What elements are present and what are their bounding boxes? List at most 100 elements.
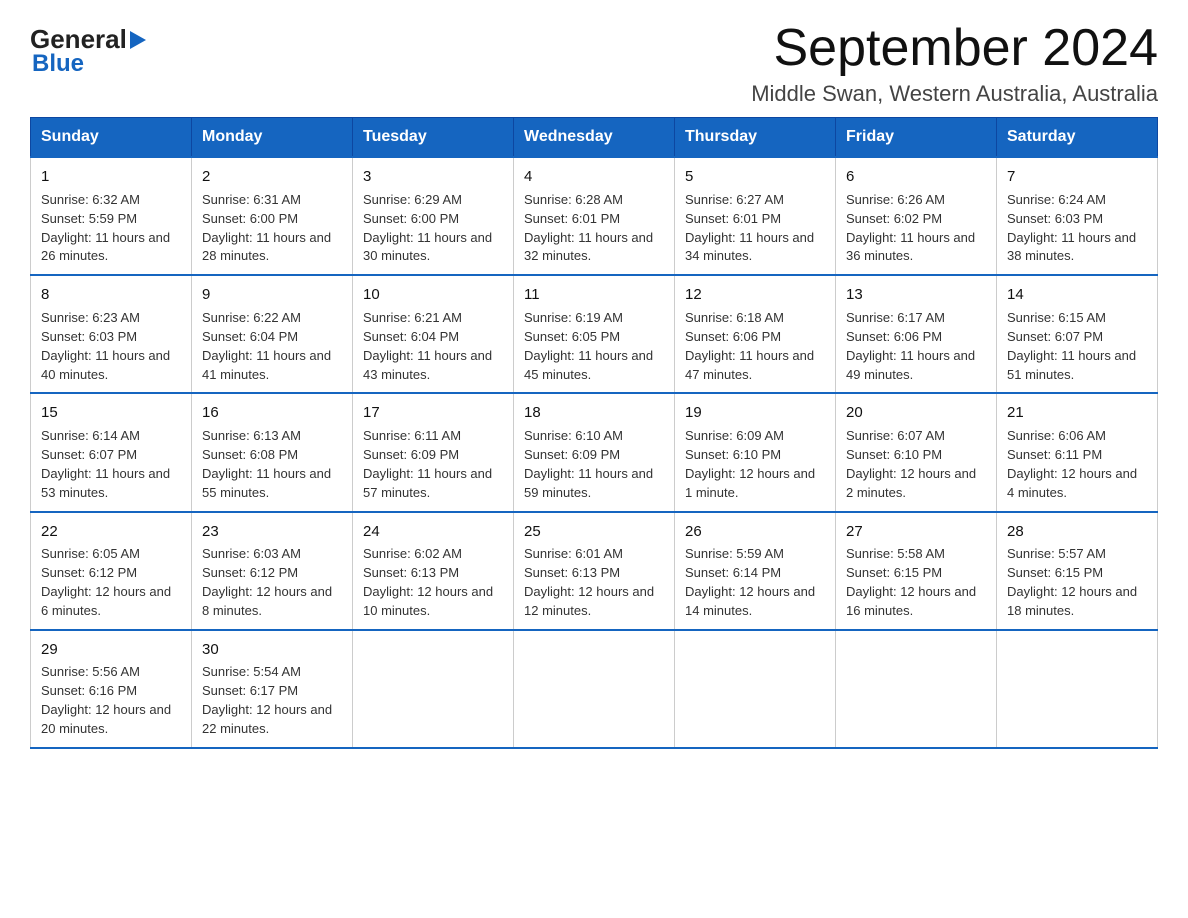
calendar-cell: 15 Sunrise: 6:14 AMSunset: 6:07 PMDaylig…	[31, 393, 192, 511]
day-info: Sunrise: 6:32 AMSunset: 5:59 PMDaylight:…	[41, 191, 181, 266]
logo-arrow-icon	[130, 31, 146, 49]
calendar-cell: 10 Sunrise: 6:21 AMSunset: 6:04 PMDaylig…	[353, 275, 514, 393]
calendar-cell	[997, 630, 1158, 748]
col-header-monday: Monday	[192, 118, 353, 158]
page-title: September 2024	[751, 20, 1158, 77]
calendar-cell	[514, 630, 675, 748]
logo: General Blue	[30, 20, 146, 76]
calendar-week-row: 8 Sunrise: 6:23 AMSunset: 6:03 PMDayligh…	[31, 275, 1158, 393]
col-header-thursday: Thursday	[675, 118, 836, 158]
day-info: Sunrise: 6:27 AMSunset: 6:01 PMDaylight:…	[685, 191, 825, 266]
day-number: 12	[685, 284, 825, 306]
day-info: Sunrise: 6:01 AMSunset: 6:13 PMDaylight:…	[524, 545, 664, 620]
day-number: 30	[202, 639, 342, 661]
day-number: 22	[41, 521, 181, 543]
day-info: Sunrise: 6:07 AMSunset: 6:10 PMDaylight:…	[846, 427, 986, 502]
calendar-cell: 22 Sunrise: 6:05 AMSunset: 6:12 PMDaylig…	[31, 512, 192, 630]
day-info: Sunrise: 6:15 AMSunset: 6:07 PMDaylight:…	[1007, 309, 1147, 384]
day-number: 15	[41, 402, 181, 424]
day-info: Sunrise: 6:23 AMSunset: 6:03 PMDaylight:…	[41, 309, 181, 384]
day-number: 6	[846, 166, 986, 188]
calendar-cell	[836, 630, 997, 748]
col-header-tuesday: Tuesday	[353, 118, 514, 158]
day-info: Sunrise: 6:29 AMSunset: 6:00 PMDaylight:…	[363, 191, 503, 266]
day-info: Sunrise: 6:22 AMSunset: 6:04 PMDaylight:…	[202, 309, 342, 384]
calendar-cell: 12 Sunrise: 6:18 AMSunset: 6:06 PMDaylig…	[675, 275, 836, 393]
day-number: 13	[846, 284, 986, 306]
calendar-week-row: 1 Sunrise: 6:32 AMSunset: 5:59 PMDayligh…	[31, 157, 1158, 275]
calendar-cell: 4 Sunrise: 6:28 AMSunset: 6:01 PMDayligh…	[514, 157, 675, 275]
title-area: September 2024 Middle Swan, Western Aust…	[751, 20, 1158, 107]
day-info: Sunrise: 6:02 AMSunset: 6:13 PMDaylight:…	[363, 545, 503, 620]
col-header-sunday: Sunday	[31, 118, 192, 158]
day-number: 1	[41, 166, 181, 188]
day-number: 5	[685, 166, 825, 188]
col-header-saturday: Saturday	[997, 118, 1158, 158]
day-info: Sunrise: 6:11 AMSunset: 6:09 PMDaylight:…	[363, 427, 503, 502]
day-info: Sunrise: 6:13 AMSunset: 6:08 PMDaylight:…	[202, 427, 342, 502]
day-number: 28	[1007, 521, 1147, 543]
day-number: 26	[685, 521, 825, 543]
day-number: 20	[846, 402, 986, 424]
day-info: Sunrise: 6:26 AMSunset: 6:02 PMDaylight:…	[846, 191, 986, 266]
calendar-cell: 18 Sunrise: 6:10 AMSunset: 6:09 PMDaylig…	[514, 393, 675, 511]
day-number: 2	[202, 166, 342, 188]
calendar-cell: 2 Sunrise: 6:31 AMSunset: 6:00 PMDayligh…	[192, 157, 353, 275]
day-number: 9	[202, 284, 342, 306]
day-number: 21	[1007, 402, 1147, 424]
day-number: 3	[363, 166, 503, 188]
day-info: Sunrise: 6:06 AMSunset: 6:11 PMDaylight:…	[1007, 427, 1147, 502]
day-info: Sunrise: 6:31 AMSunset: 6:00 PMDaylight:…	[202, 191, 342, 266]
day-info: Sunrise: 5:57 AMSunset: 6:15 PMDaylight:…	[1007, 545, 1147, 620]
day-number: 14	[1007, 284, 1147, 306]
day-number: 24	[363, 521, 503, 543]
calendar-cell: 11 Sunrise: 6:19 AMSunset: 6:05 PMDaylig…	[514, 275, 675, 393]
day-number: 16	[202, 402, 342, 424]
calendar-cell: 14 Sunrise: 6:15 AMSunset: 6:07 PMDaylig…	[997, 275, 1158, 393]
day-info: Sunrise: 6:17 AMSunset: 6:06 PMDaylight:…	[846, 309, 986, 384]
day-info: Sunrise: 5:56 AMSunset: 6:16 PMDaylight:…	[41, 663, 181, 738]
calendar-cell: 28 Sunrise: 5:57 AMSunset: 6:15 PMDaylig…	[997, 512, 1158, 630]
day-number: 29	[41, 639, 181, 661]
calendar-cell	[353, 630, 514, 748]
calendar-week-row: 15 Sunrise: 6:14 AMSunset: 6:07 PMDaylig…	[31, 393, 1158, 511]
logo-blue-text: Blue	[32, 52, 146, 76]
calendar-cell: 3 Sunrise: 6:29 AMSunset: 6:00 PMDayligh…	[353, 157, 514, 275]
calendar-cell: 29 Sunrise: 5:56 AMSunset: 6:16 PMDaylig…	[31, 630, 192, 748]
calendar-cell: 9 Sunrise: 6:22 AMSunset: 6:04 PMDayligh…	[192, 275, 353, 393]
page-subtitle: Middle Swan, Western Australia, Australi…	[751, 81, 1158, 107]
day-info: Sunrise: 6:28 AMSunset: 6:01 PMDaylight:…	[524, 191, 664, 266]
page-header: General Blue September 2024 Middle Swan,…	[30, 20, 1158, 107]
day-number: 18	[524, 402, 664, 424]
day-number: 17	[363, 402, 503, 424]
calendar-cell: 25 Sunrise: 6:01 AMSunset: 6:13 PMDaylig…	[514, 512, 675, 630]
calendar-week-row: 29 Sunrise: 5:56 AMSunset: 6:16 PMDaylig…	[31, 630, 1158, 748]
day-number: 27	[846, 521, 986, 543]
calendar-cell: 6 Sunrise: 6:26 AMSunset: 6:02 PMDayligh…	[836, 157, 997, 275]
calendar-cell: 8 Sunrise: 6:23 AMSunset: 6:03 PMDayligh…	[31, 275, 192, 393]
day-info: Sunrise: 6:10 AMSunset: 6:09 PMDaylight:…	[524, 427, 664, 502]
calendar-cell: 27 Sunrise: 5:58 AMSunset: 6:15 PMDaylig…	[836, 512, 997, 630]
logo-general-text: General	[30, 26, 127, 52]
calendar-cell: 24 Sunrise: 6:02 AMSunset: 6:13 PMDaylig…	[353, 512, 514, 630]
day-info: Sunrise: 6:05 AMSunset: 6:12 PMDaylight:…	[41, 545, 181, 620]
day-info: Sunrise: 6:09 AMSunset: 6:10 PMDaylight:…	[685, 427, 825, 502]
col-header-wednesday: Wednesday	[514, 118, 675, 158]
day-number: 8	[41, 284, 181, 306]
calendar-table: SundayMondayTuesdayWednesdayThursdayFrid…	[30, 117, 1158, 749]
day-info: Sunrise: 6:19 AMSunset: 6:05 PMDaylight:…	[524, 309, 664, 384]
day-info: Sunrise: 6:03 AMSunset: 6:12 PMDaylight:…	[202, 545, 342, 620]
calendar-cell: 30 Sunrise: 5:54 AMSunset: 6:17 PMDaylig…	[192, 630, 353, 748]
day-info: Sunrise: 6:21 AMSunset: 6:04 PMDaylight:…	[363, 309, 503, 384]
day-info: Sunrise: 5:54 AMSunset: 6:17 PMDaylight:…	[202, 663, 342, 738]
day-info: Sunrise: 5:59 AMSunset: 6:14 PMDaylight:…	[685, 545, 825, 620]
day-number: 11	[524, 284, 664, 306]
day-info: Sunrise: 6:18 AMSunset: 6:06 PMDaylight:…	[685, 309, 825, 384]
calendar-week-row: 22 Sunrise: 6:05 AMSunset: 6:12 PMDaylig…	[31, 512, 1158, 630]
day-number: 4	[524, 166, 664, 188]
calendar-cell: 19 Sunrise: 6:09 AMSunset: 6:10 PMDaylig…	[675, 393, 836, 511]
calendar-cell: 13 Sunrise: 6:17 AMSunset: 6:06 PMDaylig…	[836, 275, 997, 393]
day-number: 7	[1007, 166, 1147, 188]
calendar-cell	[675, 630, 836, 748]
day-number: 10	[363, 284, 503, 306]
